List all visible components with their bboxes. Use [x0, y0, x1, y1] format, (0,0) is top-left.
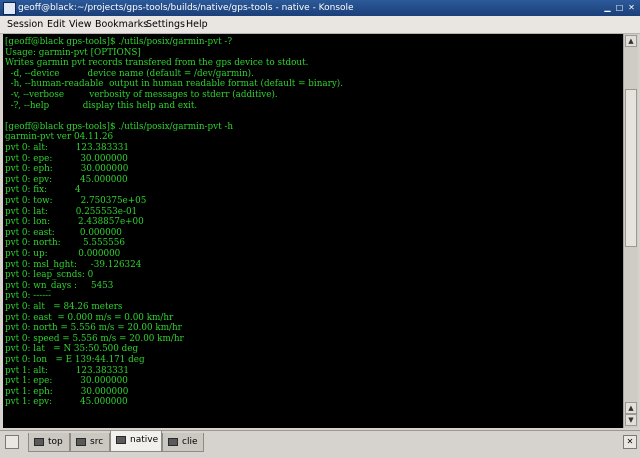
terminal-icon — [34, 438, 44, 446]
tab-label: native — [130, 435, 159, 445]
terminal-line: Usage: garmin-pvt [OPTIONS] — [5, 47, 141, 58]
terminal-line: pvt 0: fix: 4 — [5, 185, 81, 196]
close-icon[interactable]: ✕ — [626, 2, 637, 13]
terminal-line: Writes garmin pvt records transfered fro… — [5, 58, 309, 69]
terminal-icon — [116, 436, 126, 444]
menu-help[interactable]: Help — [186, 16, 208, 33]
terminal-line: pvt 0: tow: 2.750375e+05 — [5, 196, 147, 206]
maximize-icon[interactable]: □ — [614, 2, 625, 13]
tab-native[interactable]: native — [110, 431, 162, 452]
tab-top[interactable]: top — [28, 433, 70, 452]
terminal-line: pvt 0: lon: 2.438857e+00 — [5, 217, 144, 228]
terminal-line: pvt 0: msl_hght: -39.126324 — [5, 259, 142, 270]
session-tab-bar: top src native clie ✕ — [0, 430, 640, 458]
terminal-line: pvt 0: alt: 123.383331 — [5, 143, 129, 153]
menu-bar: Session Edit View Bookmarks Settings Hel… — [0, 16, 640, 34]
terminal-line: pvt 1: eph: 30.000000 — [5, 386, 129, 397]
terminal-line: pvt 0: wn_days : 5453 — [5, 280, 114, 291]
title-bar[interactable]: geoff@black:~/projects/gps-tools/builds/… — [0, 0, 640, 16]
tab-src[interactable]: src — [70, 433, 110, 452]
terminal-line: pvt 0: east = 0.000 m/s = 0.00 km/hr — [5, 312, 174, 323]
terminal-line: [geoff@black gps-tools]$ ./utils/posix/g… — [5, 37, 233, 47]
terminal-line: -h, --human-readable output in human rea… — [5, 79, 344, 90]
terminal-line: -d, --device device name (default = /dev… — [5, 68, 254, 79]
terminal-line: [geoff@black gps-tools]$ ./utils/posix/g… — [5, 121, 234, 132]
terminal-line: pvt 0: east: 0.000000 — [5, 227, 122, 238]
scroll-up-icon[interactable]: ▲ — [625, 35, 637, 47]
terminal-line: pvt 0: lon = E 139:44.171 deg — [5, 355, 145, 365]
menu-edit[interactable]: Edit — [47, 16, 65, 33]
terminal-line: pvt 0: alt = 84.26 meters — [5, 302, 123, 312]
terminal-line: pvt 1: alt: 123.383331 — [5, 365, 129, 376]
terminal-line: -?, --help display this help and exit. — [5, 100, 198, 111]
close-session-icon[interactable]: ✕ — [623, 435, 637, 449]
terminal-line: pvt 0: lat = N 35:50.500 deg — [5, 344, 139, 355]
terminal-icon — [168, 438, 178, 446]
window-title: geoff@black:~/projects/gps-tools/builds/… — [18, 3, 354, 13]
tab-label: top — [48, 437, 63, 447]
menu-session[interactable]: Session — [7, 16, 43, 33]
menu-settings[interactable]: Settings — [146, 16, 185, 33]
terminal-line: pvt 0: leap_scnds: 0 — [5, 270, 94, 281]
terminal-line: pvt 0: epv: 45.000000 — [5, 174, 128, 185]
terminal-line: garmin-pvt ver 04.11.26 — [5, 132, 114, 143]
terminal-line: pvt 0: speed = 5.556 m/s = 20.00 km/hr — [5, 333, 184, 344]
terminal-line: -v, --verbose verbosity of messages to s… — [5, 90, 278, 100]
tab-label: clie — [182, 437, 198, 447]
terminal-line: pvt 0: north = 5.556 m/s = 20.00 km/hr — [5, 323, 182, 334]
terminal-output[interactable]: [geoff@black gps-tools]$ ./utils/posix/g… — [3, 34, 623, 428]
new-session-icon[interactable] — [5, 435, 19, 449]
tab-clie[interactable]: clie — [162, 433, 204, 452]
terminal-icon — [76, 438, 86, 446]
minimize-icon[interactable]: ▁ — [602, 2, 613, 13]
scroll-up-icon[interactable]: ▲ — [625, 402, 637, 414]
terminal-line: pvt 0: north: 5.555556 — [5, 238, 125, 249]
scrollbar-thumb[interactable] — [625, 89, 637, 247]
menu-bookmarks[interactable]: Bookmarks — [95, 16, 148, 33]
tab-label: src — [90, 437, 104, 447]
terminal-line: pvt 0: epe: 30.000000 — [5, 153, 128, 164]
menu-view[interactable]: View — [69, 16, 92, 33]
konsole-window: geoff@black:~/projects/gps-tools/builds/… — [0, 0, 640, 458]
terminal-line: pvt 0: lat: 0.255553e-01 — [5, 206, 138, 217]
terminal-line: pvt 1: epv: 45.000000 — [5, 397, 128, 408]
terminal-line: pvt 0: up: 0.000000 — [5, 249, 121, 259]
terminal-line: pvt 1: epe: 30.000000 — [5, 376, 128, 387]
konsole-icon[interactable] — [3, 2, 16, 15]
terminal-scrollbar[interactable]: ▲ ▲ ▼ — [623, 34, 638, 428]
terminal-line: pvt 0: ------ — [5, 291, 52, 302]
scroll-down-icon[interactable]: ▼ — [625, 414, 637, 426]
terminal-line: pvt 0: eph: 30.000000 — [5, 164, 129, 175]
